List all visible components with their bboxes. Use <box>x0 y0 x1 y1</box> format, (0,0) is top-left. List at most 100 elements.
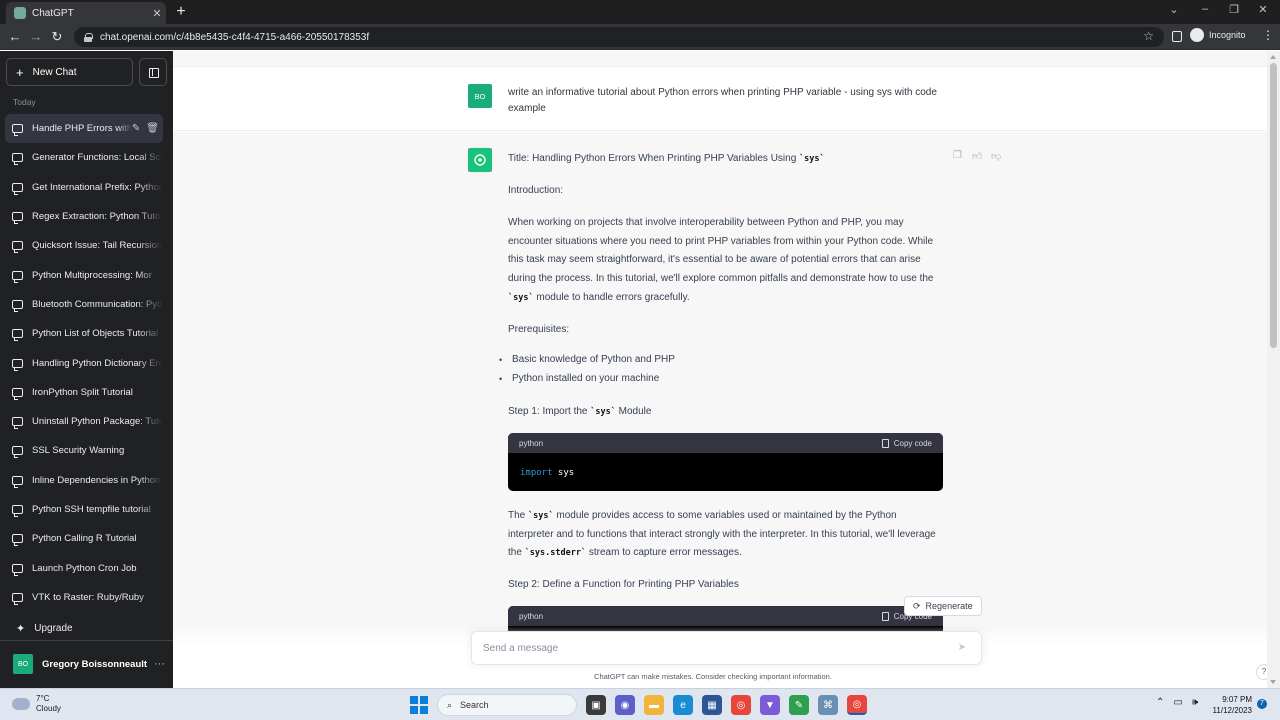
teams-chat-icon[interactable]: ◉ <box>615 695 635 715</box>
taskbar-search[interactable]: ⌕ Search <box>437 694 577 716</box>
edit-pencil-icon[interactable]: ✎ <box>132 123 140 134</box>
browser-tab[interactable]: ChatGPT ✕ <box>6 2 166 24</box>
conversation-title: Regex Extraction: Python Tutorial <box>32 211 163 223</box>
scroll-up-arrow-icon[interactable] <box>1270 55 1276 59</box>
chevron-up-icon[interactable]: ⌃ <box>1156 697 1164 708</box>
intro-heading: Introduction: <box>508 185 564 196</box>
conversation-item[interactable]: Python Calling R Tutorial <box>5 524 163 553</box>
regenerate-button[interactable]: ⟳ Regenerate <box>904 596 982 616</box>
tab-search-icon[interactable]: ⌄ <box>1166 3 1182 16</box>
app-icon[interactable]: ⌘ <box>818 695 838 715</box>
app-icon[interactable]: ✎ <box>789 695 809 715</box>
thumbs-up-icon[interactable]: 👍︎ <box>972 150 983 162</box>
reload-icon[interactable]: ↻ <box>48 28 66 46</box>
browser-menu-icon[interactable]: ⋮ <box>1262 28 1274 42</box>
store-icon[interactable]: ▦ <box>702 695 722 715</box>
conversation-item[interactable]: Inline Dependencies in Python <box>5 466 163 495</box>
conversation-item[interactable]: Launch Python Cron Job <box>5 553 163 582</box>
clock[interactable]: 9:07 PM 11/12/2023 <box>1210 694 1252 716</box>
notification-badge[interactable]: 7 <box>1257 699 1267 709</box>
conversation-item[interactable]: Quicksort Issue: Tail Recursion <box>5 231 163 260</box>
incognito-badge[interactable]: Incognito <box>1190 28 1246 42</box>
conversation-title: Handle PHP Errors with sys <box>32 123 132 135</box>
conversation-title: Python Multiprocessing: Mor <box>32 269 152 281</box>
conversation-item[interactable]: Python SSH tempfile tutorial <box>5 495 163 524</box>
conversation-title: Uninstall Python Package: Tutorial <box>32 416 163 428</box>
bookmark-star-icon[interactable]: ☆ <box>1143 29 1154 43</box>
cloud-icon <box>12 698 30 710</box>
close-sidebar-button[interactable] <box>139 58 167 86</box>
conversation-item[interactable]: Generator Functions: Local Scope <box>5 143 163 172</box>
conversation-item[interactable]: Bluetooth Communication: Python <box>5 290 163 319</box>
chat-bubble-icon <box>12 446 23 459</box>
search-icon: ⌕ <box>447 699 453 710</box>
maximize-button[interactable]: ❐ <box>1226 3 1242 16</box>
message-composer: ➤ <box>471 631 982 665</box>
browser-toolbar: ← → ↻ chat.openai.com/c/4b8e5435-c4f4-47… <box>0 24 1280 50</box>
conversation-item[interactable]: Handle PHP Errors with sys ✎ 🗑 <box>5 114 163 144</box>
weather-widget[interactable]: 7°C Cloudy <box>12 694 61 714</box>
conversation-item[interactable]: IronPython Split Tutorial <box>5 378 163 407</box>
close-window-button[interactable]: ✕ <box>1255 3 1271 16</box>
code-block: python Copy code import sys <box>508 433 943 491</box>
app-icon[interactable]: ▼ <box>760 695 780 715</box>
inline-code: `sys` <box>590 407 616 417</box>
url-text: chat.openai.com/c/4b8e5435-c4f4-4715-a46… <box>100 31 370 43</box>
thumbs-down-icon[interactable]: 👎︎ <box>991 150 1002 162</box>
list-item: Python installed on your machine <box>499 370 675 389</box>
address-bar[interactable]: chat.openai.com/c/4b8e5435-c4f4-4715-a46… <box>74 27 1164 47</box>
new-chat-button[interactable]: + New Chat <box>6 58 133 86</box>
close-tab-icon[interactable]: ✕ <box>148 7 166 20</box>
chrome-active-icon[interactable]: ◎ <box>847 695 867 715</box>
conversation-item[interactable]: Uninstall Python Package: Tutorial <box>5 407 163 436</box>
side-panel-icon[interactable] <box>1172 31 1182 42</box>
copy-code-button[interactable]: Copy code <box>881 438 932 448</box>
edge-browser-icon[interactable]: e <box>673 695 693 715</box>
back-icon[interactable]: ← <box>6 28 24 46</box>
conversation-item[interactable]: SSL Security Warning <box>5 436 163 465</box>
conversation-title: VTK to Raster: Ruby/Ruby <box>32 591 144 603</box>
delete-trash-icon[interactable]: 🗑 <box>146 123 159 134</box>
step1-heading: Step 1: Import the `sys` Module <box>508 406 652 417</box>
sparkle-icon: ✦ <box>16 623 26 635</box>
chat-bubble-icon <box>12 153 23 166</box>
conversation-item[interactable]: Python List of Objects Tutorial <box>5 319 163 348</box>
conversation-title: Python SSH tempfile tutorial <box>32 504 151 515</box>
forward-icon[interactable]: → <box>27 28 45 46</box>
scrollbar[interactable] <box>1267 51 1280 688</box>
scroll-thumb[interactable] <box>1270 63 1277 348</box>
conversation-item[interactable]: Handling Python Dictionary Errors <box>5 348 163 377</box>
inline-code: `sys` <box>799 154 825 164</box>
minimize-button[interactable]: – <box>1197 3 1213 15</box>
conversation-item[interactable]: Get International Prefix: Python <box>5 173 163 202</box>
upgrade-button[interactable]: ✦ Upgrade <box>16 622 73 635</box>
network-icon[interactable]: ▭ <box>1173 697 1182 708</box>
message-input[interactable] <box>483 642 953 654</box>
more-icon[interactable]: ··· <box>154 658 165 670</box>
chat-bubble-icon <box>12 475 23 488</box>
chatgpt-logo-icon <box>468 148 492 172</box>
chat-bubble-icon <box>12 592 23 605</box>
conversation-item[interactable]: VTK to Raster: Ruby/Ruby <box>5 583 163 612</box>
conversation-item[interactable]: Python Multiprocessing: Mor <box>5 260 163 289</box>
conversation-title: IronPython Split Tutorial <box>32 386 133 398</box>
chrome-icon[interactable]: ◎ <box>731 695 751 715</box>
code-language: python <box>519 611 544 621</box>
plus-icon: + <box>16 64 24 80</box>
regenerate-label: Regenerate <box>925 601 973 611</box>
prerequisites-heading: Prerequisites: <box>508 324 570 335</box>
file-explorer-icon[interactable]: ▬ <box>644 695 664 715</box>
user-menu[interactable]: BO Gregory Boissonneault ··· <box>13 654 165 674</box>
new-tab-button[interactable]: + <box>172 3 190 21</box>
send-icon[interactable]: ➤ <box>953 639 971 657</box>
assistant-message: ❐ 👍︎ 👎︎ Title: Handling Python Errors Wh… <box>173 132 1267 688</box>
windows-start-icon[interactable] <box>410 696 428 714</box>
conversation-title: Get International Prefix: Python <box>32 181 163 193</box>
copy-icon[interactable]: ❐ <box>953 150 964 161</box>
sidebar-divider <box>0 640 173 641</box>
conversation-list: Handle PHP Errors with sys ✎ 🗑 Generator… <box>5 114 163 612</box>
scroll-down-arrow-icon[interactable] <box>1270 680 1276 684</box>
conversation-item[interactable]: Regex Extraction: Python Tutorial <box>5 202 163 231</box>
volume-icon[interactable]: 🕪︎ <box>1192 697 1198 708</box>
task-view-icon[interactable]: ▣ <box>586 695 606 715</box>
